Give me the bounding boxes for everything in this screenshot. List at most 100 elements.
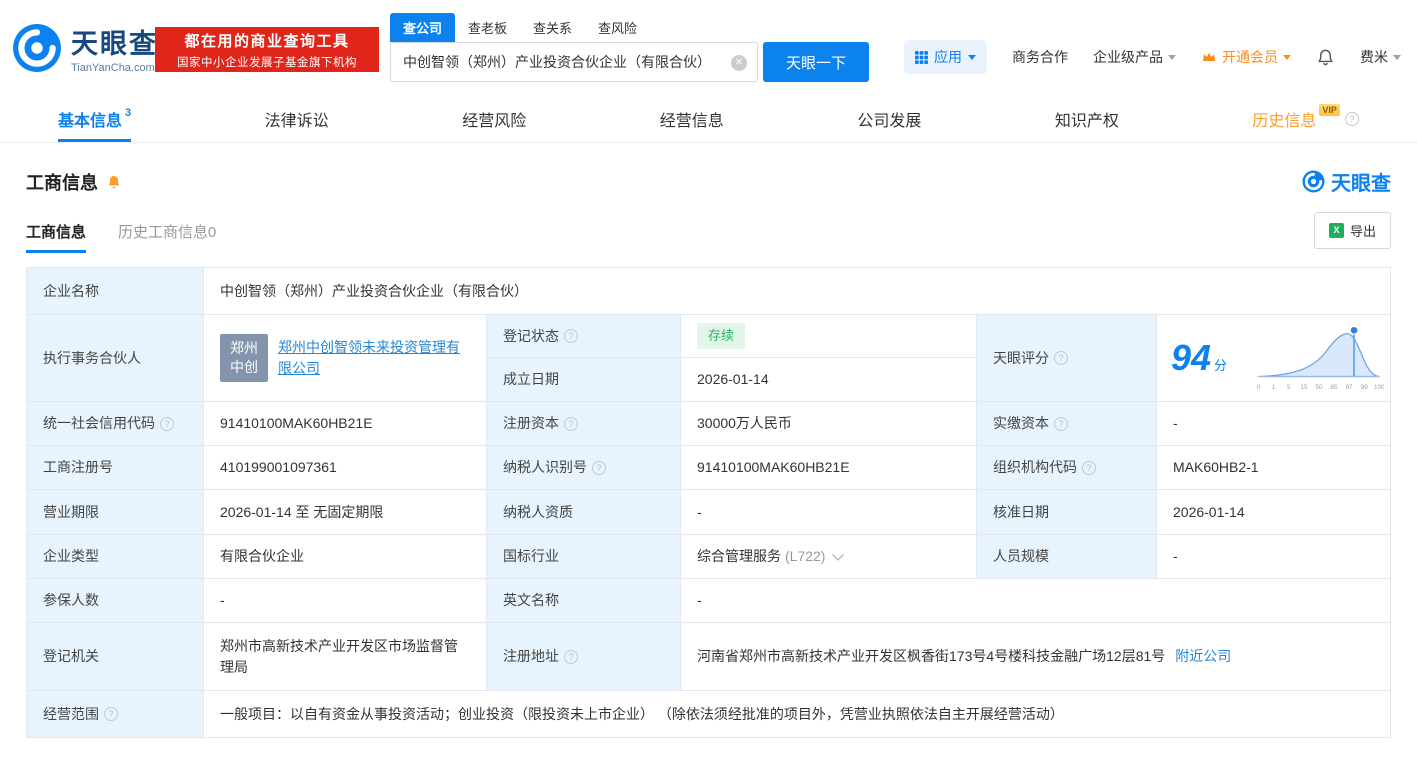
business-term-value: 2026-01-14 至 无固定期限 bbox=[204, 490, 487, 535]
tab-legal[interactable]: 法律诉讼 bbox=[265, 96, 329, 142]
score-distribution-chart: 0 1 5 15 50 85 97 99 100 bbox=[1256, 325, 1384, 391]
search-tab-boss[interactable]: 查老板 bbox=[455, 13, 520, 42]
help-icon[interactable] bbox=[160, 416, 174, 431]
help-icon[interactable] bbox=[592, 460, 606, 475]
help-icon[interactable] bbox=[1344, 112, 1359, 126]
org-code-value: MAK60HB2-1 bbox=[1157, 446, 1391, 490]
registry-authority-label: 登记机关 bbox=[27, 623, 204, 691]
org-code-label: 组织机构代码 bbox=[977, 446, 1157, 490]
partner-company-link[interactable]: 郑州中创智领未来投资管理有限公司 bbox=[278, 337, 470, 379]
tab-label: 历史信息 bbox=[1252, 113, 1317, 130]
menu-apps-label: 应用 bbox=[934, 49, 962, 65]
tab-basic-info[interactable]: 基本信息 3 bbox=[58, 96, 131, 142]
label-text: 国标行业 bbox=[503, 548, 559, 564]
help-icon[interactable] bbox=[1054, 416, 1068, 431]
brand-name: 天眼查 bbox=[71, 29, 158, 59]
brand-domain: TianYanCha.com bbox=[71, 62, 155, 74]
menu-cooperation[interactable]: 商务合作 bbox=[1012, 47, 1068, 67]
subtab-history-business-info[interactable]: 历史工商信息0 bbox=[118, 221, 216, 253]
tab-operation-risk[interactable]: 经营风险 bbox=[462, 96, 526, 142]
help-icon[interactable] bbox=[104, 707, 118, 721]
svg-text:15: 15 bbox=[1300, 384, 1308, 391]
label-text: 成立日期 bbox=[503, 371, 559, 387]
paid-capital-label: 实缴资本 bbox=[977, 402, 1157, 446]
help-icon[interactable] bbox=[564, 649, 578, 664]
clear-search-icon[interactable] bbox=[731, 55, 747, 71]
tianyan-score-value: 94 分 0 1 5 15 50 85 97 99 100 bbox=[1157, 315, 1391, 402]
tianyancha-logo[interactable]: 天眼查 TianYanCha.com bbox=[12, 22, 158, 74]
label-text: 英文名称 bbox=[503, 592, 559, 608]
search-tabs: 查公司 查老板 查关系 查风险 bbox=[390, 13, 869, 42]
search-tab-risk[interactable]: 查风险 bbox=[585, 13, 650, 42]
tianyancha-logo-text: 天眼查 TianYanCha.com bbox=[71, 22, 158, 74]
section-title: 工商信息 bbox=[26, 172, 98, 193]
industry-code: (L722) bbox=[785, 548, 826, 564]
tab-intellectual-property[interactable]: 知识产权 bbox=[1055, 96, 1119, 142]
industry-label: 国标行业 bbox=[487, 535, 681, 579]
label-text: 营业期限 bbox=[43, 503, 99, 520]
company-type-value: 有限合伙企业 bbox=[204, 535, 487, 579]
tianyancha-logo-icon bbox=[12, 23, 62, 73]
subtabs: 工商信息 历史工商信息0 bbox=[26, 221, 216, 253]
tab-label: 法律诉讼 bbox=[264, 113, 329, 130]
export-button[interactable]: 导出 bbox=[1313, 212, 1391, 249]
executive-partner-value: 郑州中创 郑州中创智领未来投资管理有限公司 bbox=[204, 315, 487, 402]
help-icon[interactable] bbox=[1054, 351, 1068, 365]
tab-company-development[interactable]: 公司发展 bbox=[857, 96, 921, 142]
nearby-companies-link[interactable]: 附近公司 bbox=[1175, 646, 1231, 667]
excel-icon bbox=[1328, 223, 1344, 238]
taxpayer-quality-value: - bbox=[681, 490, 977, 535]
label-text: 登记状态 bbox=[503, 327, 559, 344]
help-icon[interactable] bbox=[1082, 460, 1096, 475]
chevron-down-icon bbox=[1283, 54, 1291, 60]
menu-cooperation-label: 商务合作 bbox=[1012, 49, 1068, 65]
business-info-table: 企业名称 中创智领（郑州）产业投资合伙企业（有限合伙） 执行事务合伙人 郑州中创… bbox=[26, 267, 1391, 738]
export-label: 导出 bbox=[1349, 224, 1376, 239]
menu-user[interactable]: 费米 bbox=[1360, 47, 1401, 67]
svg-text:97: 97 bbox=[1346, 384, 1354, 391]
promo-line1: 都在用的商业查询工具 bbox=[184, 32, 350, 50]
menu-vip[interactable]: 开通会员 bbox=[1201, 47, 1291, 67]
menu-apps[interactable]: 应用 bbox=[904, 40, 987, 74]
help-icon[interactable] bbox=[564, 329, 578, 343]
business-term-label: 营业期限 bbox=[27, 490, 204, 535]
svg-text:5: 5 bbox=[1287, 384, 1291, 391]
score-number: 94 bbox=[1171, 337, 1212, 378]
notification-bell-icon[interactable] bbox=[1316, 48, 1335, 67]
apps-grid-icon bbox=[915, 50, 928, 64]
search-tab-relation[interactable]: 查关系 bbox=[520, 13, 585, 42]
registry-authority-value: 郑州市高新技术产业开发区市场监督管理局 bbox=[204, 623, 487, 691]
established-date-label: 成立日期 bbox=[487, 358, 681, 402]
partner-avatar[interactable]: 郑州中创 bbox=[220, 334, 268, 382]
registered-capital-value: 30000万人民币 bbox=[681, 402, 977, 446]
search-input[interactable] bbox=[391, 43, 757, 81]
registration-status-value: 存续 bbox=[681, 315, 977, 358]
address-text: 河南省郑州市高新技术产业开发区枫香街173号4号楼科技金融广场12层81号 bbox=[697, 648, 1166, 664]
label-text: 执行事务合伙人 bbox=[43, 349, 141, 366]
menu-vip-label: 开通会员 bbox=[1222, 49, 1278, 65]
svg-text:100: 100 bbox=[1374, 384, 1384, 391]
subtab-business-info[interactable]: 工商信息 bbox=[26, 221, 86, 253]
registered-capital-label: 注册资本 bbox=[487, 402, 681, 446]
chevron-down-icon[interactable] bbox=[832, 548, 845, 561]
registration-number-label: 工商注册号 bbox=[27, 446, 204, 490]
chevron-down-icon bbox=[1393, 54, 1401, 60]
tianyan-score-label: 天眼评分 bbox=[977, 315, 1157, 402]
tab-count: 3 bbox=[125, 107, 132, 119]
subscribe-bell-icon[interactable] bbox=[106, 174, 122, 190]
staff-size-value: - bbox=[1157, 535, 1391, 579]
menu-enterprise[interactable]: 企业级产品 bbox=[1093, 47, 1176, 67]
help-icon[interactable] bbox=[564, 416, 578, 431]
english-name-value: - bbox=[681, 579, 1391, 623]
tab-operation-info[interactable]: 经营信息 bbox=[660, 96, 724, 142]
registration-status-label: 登记状态 bbox=[487, 315, 681, 358]
approval-date-value: 2026-01-14 bbox=[1157, 490, 1391, 535]
search-tab-company[interactable]: 查公司 bbox=[390, 13, 456, 42]
tab-history-info[interactable]: 历史信息 VIP bbox=[1252, 96, 1359, 142]
search-area: 查公司 查老板 查关系 查风险 天眼一下 bbox=[390, 13, 870, 82]
label-text: 注册资本 bbox=[503, 415, 559, 431]
svg-text:85: 85 bbox=[1331, 384, 1339, 391]
search-box bbox=[390, 42, 758, 82]
svg-text:0: 0 bbox=[1257, 384, 1261, 391]
search-submit-button[interactable]: 天眼一下 bbox=[763, 42, 870, 82]
